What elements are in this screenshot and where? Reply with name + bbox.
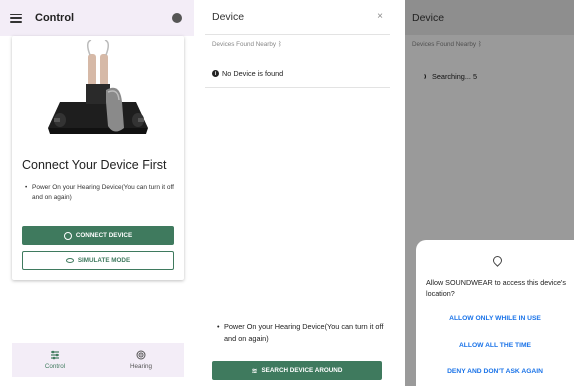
device-header: Device xyxy=(405,0,574,35)
device-screen: Device × Devices Found Nearby ᛒ i No Dev… xyxy=(205,0,390,386)
page-title: Device xyxy=(412,11,445,24)
power-on-instruction: Power On your Hearing Device(You can tur… xyxy=(25,183,182,203)
connect-device-button[interactable]: CONNECT DEVICE xyxy=(22,226,174,245)
nav-label-hearing: Hearing xyxy=(129,363,153,370)
no-device-message: i No Device is found xyxy=(212,69,283,78)
simulate-mode-label: SIMULATE MODE xyxy=(77,257,131,264)
page-title: Control xyxy=(35,12,75,24)
allow-all-the-time-button[interactable]: ALLOW ALL THE TIME xyxy=(416,342,574,349)
close-icon[interactable]: × xyxy=(377,11,383,22)
no-device-label: No Device is found xyxy=(222,69,284,78)
bluetooth-icon: ᛒ xyxy=(477,41,482,48)
hearing-icon xyxy=(136,350,146,360)
search-device-button[interactable]: ≋ SEARCH DEVICE AROUND xyxy=(212,361,382,380)
searching-label: Searching... 5 xyxy=(432,72,478,81)
device-header: Device × xyxy=(205,0,390,35)
nav-label-control: Control xyxy=(44,363,66,370)
simulate-mode-button[interactable]: SIMULATE MODE xyxy=(22,251,174,270)
hearing-device-image xyxy=(48,40,148,134)
nav-item-control[interactable]: Control xyxy=(12,343,98,377)
allow-while-in-use-button[interactable]: ALLOW ONLY WHILE IN USE xyxy=(416,315,574,322)
globe-icon[interactable] xyxy=(172,13,182,23)
location-permission-dialog: Allow SOUNDWEAR to access this device's … xyxy=(416,240,574,386)
location-pin-icon xyxy=(491,254,504,267)
divider xyxy=(205,87,390,88)
wifi-icon: ≋ xyxy=(251,367,258,375)
nav-item-hearing[interactable]: Hearing xyxy=(98,343,184,377)
bottom-navigation: Control Hearing xyxy=(12,343,184,377)
deny-dont-ask-button[interactable]: DENY AND DON'T ASK AGAIN xyxy=(416,368,574,375)
devices-found-label: Devices Found Nearby xyxy=(212,41,277,48)
tune-icon xyxy=(51,350,59,360)
power-on-instruction: Power On your Hearing Device(You can tur… xyxy=(217,321,384,344)
search-device-label: SEARCH DEVICE AROUND xyxy=(261,367,343,374)
menu-icon[interactable] xyxy=(10,13,22,23)
page-title: Device xyxy=(212,11,245,23)
devices-found-subtitle: Devices Found Nearby ᛒ xyxy=(412,41,482,48)
connect-heading: Connect Your Device First xyxy=(22,158,167,172)
permission-question: Allow SOUNDWEAR to access this device's … xyxy=(426,278,566,298)
info-icon: i xyxy=(212,70,219,77)
control-screen: Control Connect Your Device First Power … xyxy=(0,0,194,386)
spinner-icon xyxy=(419,73,426,80)
devices-found-subtitle: Devices Found Nearby ᛒ xyxy=(212,41,282,48)
eye-icon xyxy=(65,258,74,263)
permission-screen: Device Devices Found Nearby ᛒ Searching.… xyxy=(405,0,574,386)
connect-device-label: CONNECT DEVICE xyxy=(75,232,133,239)
devices-found-label: Devices Found Nearby xyxy=(412,41,477,48)
bluetooth-icon: ᛒ xyxy=(277,41,282,48)
connect-icon xyxy=(63,231,72,240)
top-app-bar: Control xyxy=(0,0,194,36)
searching-status: Searching... 5 xyxy=(419,72,477,81)
connect-card: Connect Your Device First Power On your … xyxy=(12,36,184,280)
